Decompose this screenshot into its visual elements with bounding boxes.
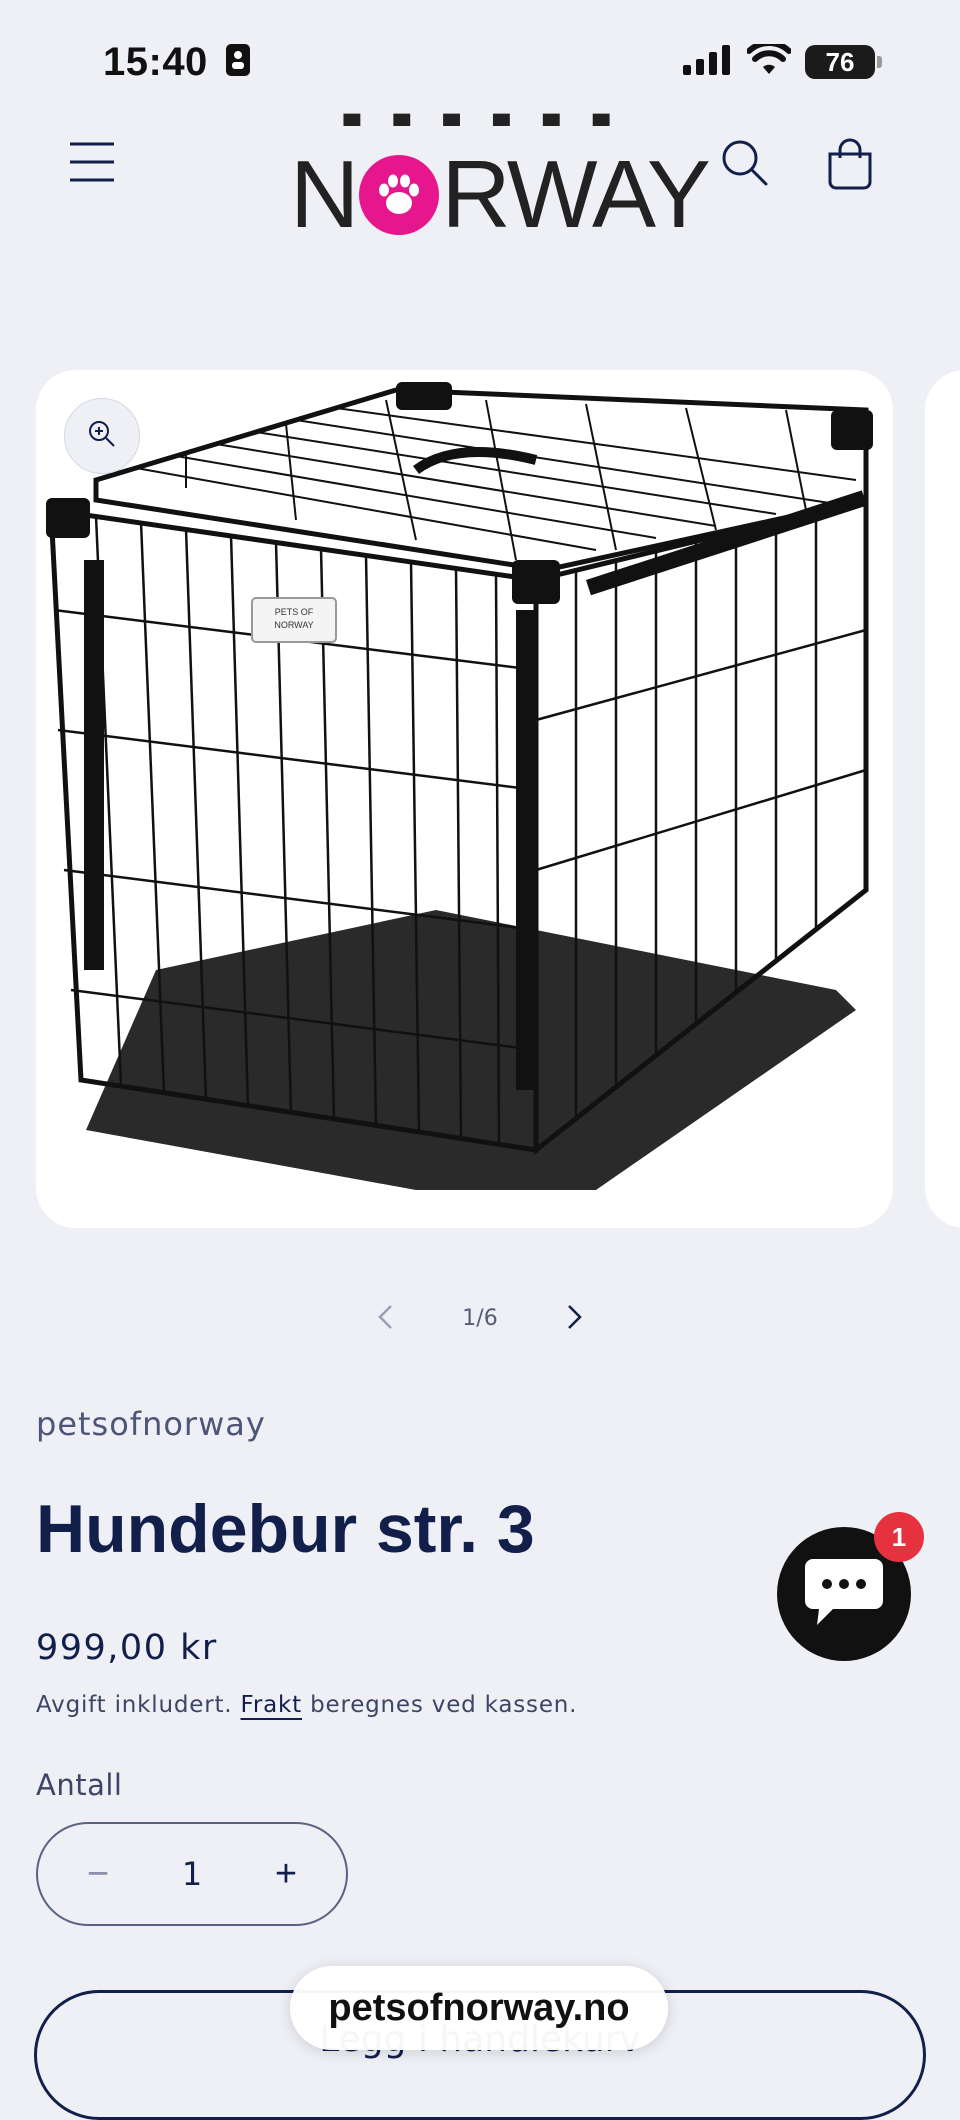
chevron-left-icon (376, 1305, 394, 1334)
shipping-link[interactable]: Frakt (241, 1692, 302, 1718)
cart-button[interactable] (826, 138, 874, 193)
menu-button[interactable] (68, 138, 116, 189)
cage-brand-label: PETS OF NORWAY (274, 607, 314, 630)
search-button[interactable] (720, 138, 770, 191)
product-vendor: petsofnorway (36, 1405, 266, 1443)
shopping-bag-icon (826, 138, 874, 193)
site-logo[interactable]: N RWAY (290, 140, 711, 250)
hamburger-icon (68, 142, 116, 189)
minus-icon: − (86, 1852, 110, 1895)
zoom-icon (87, 419, 117, 453)
paw-icon (359, 155, 440, 235)
increase-quantity-button[interactable]: + (256, 1852, 316, 1897)
previous-image-button[interactable] (368, 1295, 402, 1342)
tax-note-text: Avgift inkludert. (36, 1692, 233, 1718)
search-icon (720, 140, 770, 191)
url-text: petsofnorway.no (328, 1986, 630, 2029)
shipping-note-text: beregnes ved kassen. (310, 1692, 578, 1718)
next-image-peek[interactable] (925, 370, 960, 1228)
dog-crate-image (46, 382, 873, 1190)
lock-screen-icon (225, 42, 251, 87)
logo-letter-n: N (290, 141, 359, 248)
chat-notification-badge: 1 (874, 1512, 924, 1562)
browser-url-bar[interactable]: petsofnorway.no (290, 1966, 668, 2050)
gallery-pager: 1/6 (0, 1295, 960, 1342)
zoom-button[interactable] (64, 398, 140, 474)
product-image[interactable]: PETS OF NORWAY (36, 370, 893, 1228)
chat-bubble-icon (803, 1555, 885, 1633)
logo-letters-rway: RWAY (441, 141, 711, 248)
image-counter: 1/6 (462, 1306, 498, 1331)
battery-icon: 76 (805, 45, 882, 79)
plus-icon: + (274, 1852, 298, 1895)
cellular-signal-icon (683, 45, 733, 79)
decrease-quantity-button[interactable]: − (68, 1852, 128, 1897)
status-indicators: 76 (683, 40, 882, 80)
logo-tagline-fragment: ▪ ▪ ▪ ▪ ▪ ▪ (283, 110, 678, 126)
wifi-icon (746, 40, 792, 80)
battery-level: 76 (825, 46, 855, 77)
quantity-input[interactable] (150, 1854, 234, 1894)
status-time: 15:40 (103, 40, 251, 87)
logo-top-clip: ▪ ▪ ▪ ▪ ▪ ▪ (283, 110, 678, 126)
time-text: 15:40 (103, 40, 208, 84)
quantity-stepper: − + (36, 1822, 348, 1926)
next-image-button[interactable] (558, 1295, 592, 1342)
product-price: 999,00 kr (36, 1628, 218, 1668)
tax-shipping-note: Avgift inkludert. Frakt beregnes ved kas… (36, 1692, 577, 1718)
quantity-label: Antall (36, 1768, 123, 1802)
chevron-right-icon (566, 1305, 584, 1334)
product-title: Hundebur str. 3 (36, 1491, 535, 1567)
